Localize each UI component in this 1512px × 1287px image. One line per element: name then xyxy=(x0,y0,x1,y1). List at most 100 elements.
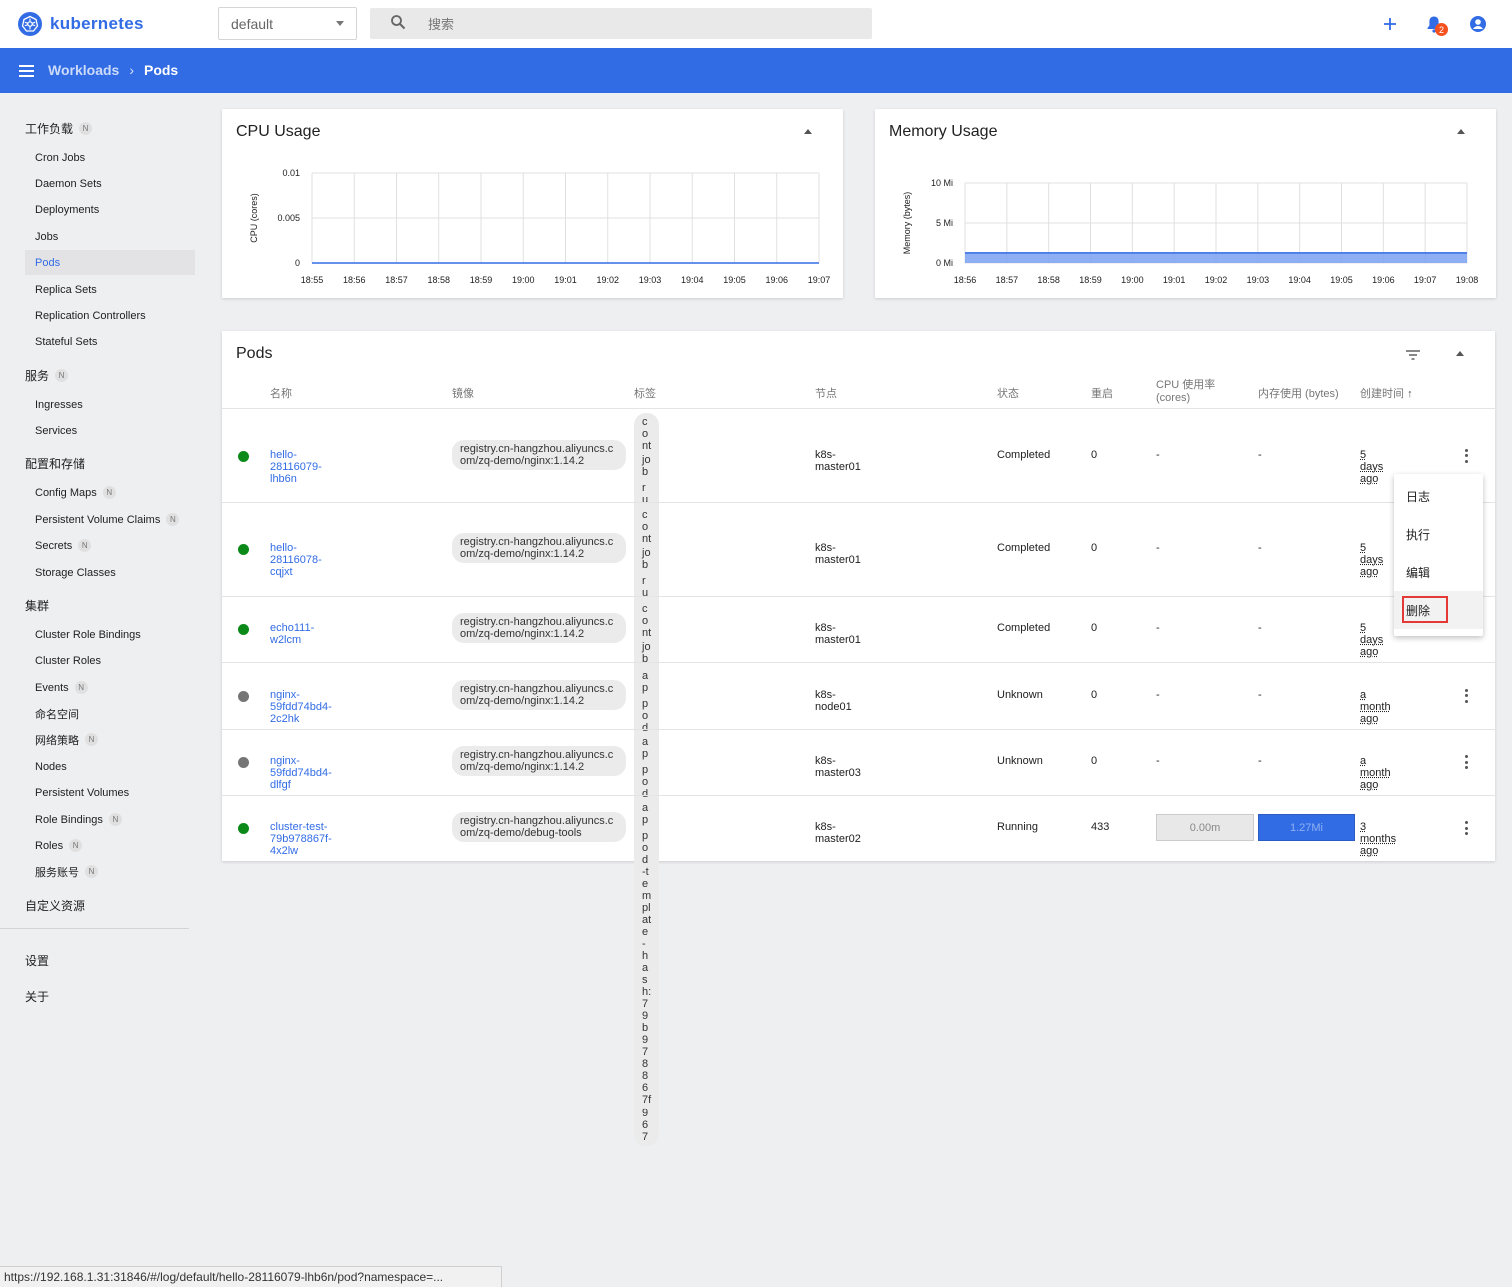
notifications-icon[interactable]: 2 xyxy=(1422,12,1448,36)
sidebar-item-config-maps[interactable]: Config Maps N xyxy=(25,480,195,505)
sidebar-item-services[interactable]: Services xyxy=(25,418,195,443)
sidebar-item-label: Role Bindings xyxy=(35,813,103,826)
sidebar-item-label: Pods xyxy=(35,256,61,269)
sidebar-section-label: 工作负载 xyxy=(25,122,74,136)
breadcrumb-workloads[interactable]: Workloads xyxy=(48,62,119,78)
pod-name-link[interactable]: echo111-w2lcm xyxy=(270,622,314,646)
sidebar-item-cluster-role-bindings[interactable]: Cluster Role Bindings xyxy=(25,622,195,647)
status-dot-icon xyxy=(238,544,249,555)
menu-icon[interactable] xyxy=(19,65,34,77)
sidebar-item-storage-classes[interactable]: Storage Classes xyxy=(25,560,195,585)
namespaced-badge: N xyxy=(108,813,122,826)
pod-name-link[interactable]: nginx-59fdd74bd4-dlfgf xyxy=(270,755,332,791)
menu-item-exec[interactable]: 执行 xyxy=(1394,515,1483,553)
sidebar-section-workloads[interactable]: 工作负载 N xyxy=(25,120,93,137)
add-icon[interactable] xyxy=(1378,12,1402,36)
sidebar-item-persistent-volumes[interactable]: Persistent Volumes xyxy=(25,780,195,805)
sidebar-item-roles[interactable]: Roles N xyxy=(25,833,195,858)
sidebar-footer-label: 关于 xyxy=(25,990,50,1004)
pod-name-link[interactable]: hello-28116079-lhb6n xyxy=(270,449,322,485)
node-name: k8s-master01 xyxy=(815,448,861,473)
search-placeholder: 搜索 xyxy=(428,17,455,32)
sidebar-section-label: 服务 xyxy=(25,369,50,383)
x-tick-label: 18:57 xyxy=(385,275,408,285)
pod-name-link[interactable]: cluster-test-79b978867f-4x2lw xyxy=(270,821,332,857)
memory-usage-sparkline: 1.27Mi xyxy=(1258,814,1355,841)
sidebar-item-ingresses[interactable]: Ingresses xyxy=(25,392,195,417)
sidebar-item-nodes[interactable]: Nodes xyxy=(25,754,195,779)
sidebar-item-jobs[interactable]: Jobs xyxy=(25,224,195,249)
sidebar-item-label: Storage Classes xyxy=(35,566,116,579)
namespaced-badge: N xyxy=(69,839,83,852)
sidebar-item-replica-sets[interactable]: Replica Sets xyxy=(25,277,195,302)
sidebar-item-label: Replication Controllers xyxy=(35,309,146,322)
sidebar: 工作负载 N Cron Jobs Daemon Sets Deployments … xyxy=(0,93,205,1287)
sidebar-item-cron-jobs[interactable]: Cron Jobs xyxy=(25,145,195,170)
status-text: Unknown xyxy=(997,688,1043,701)
sidebar-item-label: Jobs xyxy=(35,230,59,243)
more-vert-icon[interactable] xyxy=(1465,755,1469,769)
sidebar-item-service-accounts[interactable]: 服务账号 N xyxy=(25,859,195,884)
search-icon xyxy=(390,14,406,33)
header-divider xyxy=(222,408,1495,409)
column-header-name[interactable]: 名称 xyxy=(270,385,292,401)
restarts-count: 433 xyxy=(1091,821,1110,833)
sidebar-settings[interactable]: 设置 xyxy=(25,952,49,969)
x-tick-label: 18:57 xyxy=(996,275,1019,285)
sidebar-item-secrets[interactable]: Secrets N xyxy=(25,533,195,558)
sidebar-about[interactable]: 关于 xyxy=(25,988,49,1005)
menu-item-edit[interactable]: 编辑 xyxy=(1394,553,1483,591)
sidebar-footer-label: 设置 xyxy=(25,954,50,968)
created-age: 5 days ago xyxy=(1360,542,1384,578)
sidebar-item-namespaces[interactable]: 命名空间 xyxy=(25,701,195,726)
sidebar-item-cluster-roles[interactable]: Cluster Roles xyxy=(25,648,195,673)
column-header-restarts[interactable]: 重启 xyxy=(1091,385,1113,401)
menu-item-logs[interactable]: 日志 xyxy=(1394,477,1483,515)
more-vert-icon[interactable] xyxy=(1465,448,1469,463)
memory-usage-card: Memory Usage 18:56 18:57 18:58 18:59 19:00 19… xyxy=(875,109,1496,298)
sidebar-item-daemon-sets[interactable]: Daemon Sets xyxy=(25,171,195,196)
filter-icon[interactable] xyxy=(1406,349,1420,363)
sidebar-item-persistent-volume-claims[interactable]: Persistent Volume Claims N xyxy=(25,507,195,532)
column-header-node[interactable]: 节点 xyxy=(815,385,837,401)
sidebar-section-cluster[interactable]: 集群 xyxy=(25,597,49,614)
pod-name-link[interactable]: nginx-59fdd74bd4-2c2hk xyxy=(270,689,332,725)
sidebar-item-label: Cron Jobs xyxy=(35,151,86,164)
column-header-created[interactable]: 创建时间 ↑ xyxy=(1360,385,1413,401)
sidebar-section-config-storage[interactable]: 配置和存储 xyxy=(25,455,85,472)
pod-name-link[interactable]: hello-28116078-cqjxt xyxy=(270,542,322,578)
sidebar-item-role-bindings[interactable]: Role Bindings N xyxy=(25,807,195,832)
sidebar-item-stateful-sets[interactable]: Stateful Sets xyxy=(25,329,195,354)
account-icon[interactable] xyxy=(1466,12,1490,36)
sidebar-item-label: Secrets xyxy=(35,539,73,552)
sidebar-section-services[interactable]: 服务 N xyxy=(25,367,69,384)
node-name: k8s-master03 xyxy=(815,755,861,779)
sidebar-item-pods[interactable]: Pods xyxy=(25,250,195,275)
more-vert-icon[interactable] xyxy=(1465,688,1469,703)
more-vert-icon[interactable] xyxy=(1465,821,1469,835)
namespaced-badge: N xyxy=(79,122,93,135)
x-tick-label: 19:04 xyxy=(681,275,704,285)
search-box[interactable]: 搜索 xyxy=(370,8,872,39)
column-header-status[interactable]: 状态 xyxy=(997,385,1019,401)
x-tick-label: 18:56 xyxy=(343,275,366,285)
chevron-right-icon: › xyxy=(129,62,134,78)
sidebar-item-deployments[interactable]: Deployments xyxy=(25,197,195,222)
sidebar-section-custom-resources[interactable]: 自定义资源 xyxy=(25,897,85,914)
status-text: Unknown xyxy=(997,755,1043,767)
sidebar-item-label: Services xyxy=(35,424,78,437)
memory-chart: 18:56 18:57 18:58 18:59 19:00 19:01 19:02 19:03… xyxy=(902,178,1478,285)
sidebar-item-events[interactable]: Events N xyxy=(25,675,195,700)
namespaced-badge: N xyxy=(85,865,98,878)
namespace-select[interactable]: default xyxy=(218,7,357,40)
brand[interactable]: kubernetes xyxy=(18,12,144,36)
column-header-memory: 内存使用 (bytes) xyxy=(1258,388,1339,400)
created-age: 3 months ago xyxy=(1360,821,1397,857)
collapse-icon[interactable] xyxy=(1456,351,1464,356)
status-dot-icon xyxy=(238,450,249,462)
sidebar-item-network-policies[interactable]: 网络策略 N xyxy=(25,727,195,752)
status-dot-icon xyxy=(238,624,249,635)
sidebar-item-replication-controllers[interactable]: Replication Controllers xyxy=(25,303,195,328)
sidebar-item-label: Stateful Sets xyxy=(35,335,98,348)
sidebar-item-label: Daemon Sets xyxy=(35,177,102,190)
